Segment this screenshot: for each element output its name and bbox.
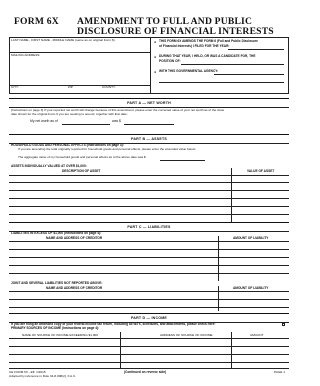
joint-liability-row[interactable] bbox=[9, 299, 289, 300]
footer-rule: Adopted by reference in Rule 34-8.008(2)… bbox=[9, 373, 77, 378]
asset-row[interactable] bbox=[9, 182, 289, 183]
form-title-line2: DISCLOSURE OF FINANCIAL INTERESTS bbox=[77, 26, 274, 37]
part-c-title: PART C — LIABILITIES bbox=[127, 225, 171, 229]
tax-return-checkbox[interactable] bbox=[282, 322, 286, 326]
footer-continued: (Continued on reverse side) bbox=[124, 369, 167, 374]
asset-row[interactable] bbox=[9, 214, 289, 215]
income-amount-header: AMOUNT bbox=[250, 332, 264, 337]
liability-row[interactable] bbox=[9, 265, 289, 266]
asset-value-header: VALUE OF ASSET bbox=[247, 169, 275, 173]
footer-page: PAGE 1 bbox=[274, 369, 285, 374]
agency-field-2[interactable] bbox=[159, 82, 284, 83]
income-source-address-header: ADDRESS OF SOURCE OF INCOME bbox=[160, 332, 213, 337]
liability-row[interactable] bbox=[9, 257, 289, 258]
liability-row[interactable] bbox=[9, 273, 289, 274]
net-worth-mid: was $ bbox=[112, 119, 121, 123]
liability-row[interactable] bbox=[9, 249, 289, 250]
bullet-icon: ● bbox=[154, 70, 157, 74]
position-field[interactable] bbox=[181, 63, 284, 65]
part-a-title: PART A — NET WORTH bbox=[127, 101, 171, 105]
household-line-1: If you are amending the total originally… bbox=[18, 147, 196, 151]
year-field[interactable] bbox=[228, 48, 284, 50]
liability-amount-header: AMOUNT OF LIABILITY bbox=[233, 235, 269, 240]
joint-amount-header: AMOUNT OF LIABILITY bbox=[233, 285, 269, 290]
part-b-title: PART B — ASSETS bbox=[131, 137, 167, 141]
net-worth-amount-field[interactable] bbox=[124, 124, 174, 125]
asset-row[interactable] bbox=[9, 190, 289, 191]
bullet-icon: ● bbox=[154, 40, 157, 44]
form-page: FORM 6X AMENDMENT TO FULL AND PUBLIC DIS… bbox=[0, 0, 298, 386]
name-field[interactable] bbox=[11, 43, 148, 51]
part-d-title: PART D — INCOME bbox=[130, 316, 168, 320]
income-row[interactable] bbox=[9, 354, 289, 355]
city-label: CITY: bbox=[11, 85, 19, 89]
asset-description-header: DESCRIPTION OF ASSET bbox=[62, 169, 101, 173]
part-a-instructions-2: date shown for the original Form 6 you a… bbox=[11, 111, 128, 116]
household-value-field[interactable] bbox=[160, 159, 205, 161]
joint-liability-row[interactable] bbox=[9, 307, 289, 308]
household-line-2: The aggregate value of my household good… bbox=[18, 155, 146, 159]
net-worth-prefix: My net worth as of bbox=[30, 119, 58, 123]
asset-row[interactable] bbox=[9, 198, 289, 199]
agency-label: WITH THIS GOVERNMENTAL AGENCY: bbox=[159, 69, 219, 73]
asset-row[interactable] bbox=[9, 206, 289, 207]
agency-field[interactable] bbox=[214, 74, 284, 75]
zip-label: ZIP bbox=[68, 85, 73, 89]
primary-sources-heading: PRIMARY SOURCES OF INCOME (Instructions … bbox=[11, 326, 100, 330]
income-row[interactable] bbox=[9, 362, 289, 363]
candidate-label-2: POSITION OF: bbox=[159, 58, 181, 63]
income-source-name-header: NAME OF SOURCE OF INCOME EXCEEDING $1,00… bbox=[22, 332, 98, 337]
bullet-icon: ● bbox=[154, 55, 157, 59]
joint-creditor-header: NAME AND ADDRESS OF CREDITOR bbox=[46, 285, 103, 290]
income-row[interactable] bbox=[9, 346, 289, 347]
mailing-address-field[interactable] bbox=[11, 58, 148, 83]
creditor-header: NAME AND ADDRESS OF CREDITOR bbox=[46, 235, 103, 240]
amends-year-label-2: of Financial Interests) I FILED FOR THE … bbox=[159, 43, 230, 48]
county-label: COUNTY: bbox=[102, 85, 116, 89]
net-worth-date-field[interactable] bbox=[62, 124, 110, 125]
form-number: FORM 6X bbox=[14, 16, 59, 27]
